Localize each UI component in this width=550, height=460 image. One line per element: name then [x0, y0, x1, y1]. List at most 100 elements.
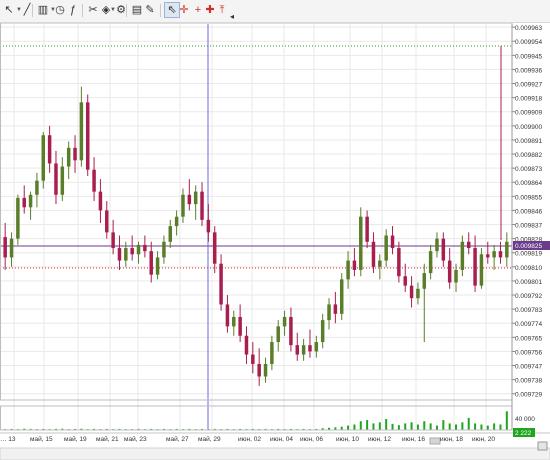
date-label: июн, 02: [238, 436, 261, 443]
candle-body: [435, 238, 439, 252]
candle-body: [479, 254, 484, 286]
price-tick-label: 0.009792: [515, 293, 542, 300]
toolbar-separator: [82, 4, 83, 17]
date-label: май, 23: [124, 435, 147, 443]
candle-body: [124, 248, 128, 261]
crosshair-icon[interactable]: ✛: [177, 3, 191, 17]
candle-body: [378, 260, 382, 267]
candle-body: [384, 235, 388, 261]
candle-body: [22, 197, 26, 208]
candle-body: [492, 251, 496, 258]
dropdown-caret-icon[interactable]: ▼: [50, 3, 56, 17]
volume-bar: [347, 425, 350, 430]
candle-body: [460, 241, 465, 270]
date-label: июн, 04: [270, 436, 293, 443]
candle-body: [346, 260, 350, 280]
candle-body: [244, 335, 249, 355]
candle-body: [130, 248, 134, 255]
candle-body: [3, 237, 7, 258]
candle-body: [238, 316, 242, 336]
volume-bar: [359, 421, 362, 430]
toolbar-separator: [126, 4, 127, 17]
price-chart[interactable]: 0.009963 0.009954 0.009945 0.009936 0.009927…: [0, 0, 550, 460]
template-icon[interactable]: ▤: [130, 3, 144, 17]
volume-bar: [353, 424, 356, 430]
candle-body: [454, 269, 458, 283]
volume-bar: [429, 423, 432, 430]
candle-body: [314, 342, 319, 352]
candle-body: [149, 251, 153, 275]
price-tick-label: 0.009882: [515, 152, 542, 159]
level-lines: [0, 24, 512, 430]
candle-body: [416, 288, 420, 299]
volume-bar: [448, 423, 451, 430]
candle-body: [193, 191, 198, 205]
candle-body: [16, 197, 20, 239]
price-tick-label: 0.009855: [515, 194, 542, 201]
candle-body: [79, 102, 84, 161]
candle-body: [136, 244, 141, 255]
candle-body: [397, 248, 401, 277]
toolbar-separator: [160, 4, 161, 17]
price-tick-label: 0.009864: [515, 180, 542, 187]
candle-body: [320, 320, 325, 343]
candle-body: [35, 180, 39, 195]
price-tick-label: 0.009774: [515, 321, 542, 328]
candle-body: [232, 316, 236, 327]
volume-bar: [391, 423, 394, 430]
volume-bar: [442, 420, 445, 430]
volume-max-label: 40 000: [515, 416, 535, 423]
cut-icon[interactable]: ✂: [86, 3, 100, 17]
volume-bar: [397, 425, 400, 430]
candle-body: [390, 235, 395, 249]
candle-body: [257, 363, 261, 377]
candle-body: [143, 244, 147, 252]
candle-body: [498, 251, 503, 258]
volume-bar: [480, 424, 483, 430]
price-tick-label: 0.009945: [515, 53, 542, 60]
date-label: июн, 12: [368, 436, 391, 443]
candle-body: [117, 248, 122, 261]
candle-body: [333, 304, 338, 314]
dropdown-caret-icon[interactable]: ▼: [16, 3, 22, 17]
indicators-icon[interactable]: ƒ: [66, 3, 80, 17]
volume-bar: [423, 421, 426, 430]
draw-icon[interactable]: ✎: [143, 3, 157, 17]
price-tick-label: 0.009873: [515, 166, 542, 173]
candle-body: [98, 191, 103, 211]
cursor-tool-icon[interactable]: ↖: [2, 3, 16, 17]
volume-bar: [467, 417, 470, 430]
candle-body: [200, 191, 204, 220]
volume-current-label: 2 222: [515, 430, 532, 437]
candle-body: [282, 316, 287, 327]
volume-bar: [474, 423, 477, 430]
candle-body: [212, 232, 217, 264]
candle-body: [270, 342, 274, 364]
candle-body: [473, 248, 477, 286]
chart-type-icon[interactable]: ▥: [36, 3, 50, 17]
volume-bar: [435, 425, 438, 430]
expand-icon[interactable]: ◂: [225, 10, 239, 24]
candle-body: [352, 260, 357, 270]
candle-body: [60, 166, 65, 195]
scroll-thumb: [429, 437, 441, 445]
price-tick-label: 0.009765: [515, 335, 542, 342]
candle-body: [47, 135, 52, 164]
dropdown-caret-icon[interactable]: ▼: [110, 3, 116, 17]
candle-body: [206, 219, 211, 233]
toolbar-separator: [32, 4, 33, 17]
volume-bar: [385, 419, 388, 430]
price-tick-label: 0.009729: [515, 392, 542, 399]
candle-body: [486, 254, 490, 258]
candle-body: [359, 216, 363, 270]
candle-body: [105, 210, 109, 233]
price-tick-label: 0.009900: [515, 124, 542, 131]
candle-body: [403, 276, 407, 286]
date-label: июн, 18: [440, 436, 463, 443]
chart-toolbar: ↖ ╱ ▥ ◷ ƒ ✂ ◈ ⚙ ▤ ✎ ⇖ ✛ + ✚ ⤒ ◂ ▼ ▼ ▼: [0, 0, 550, 23]
volume-bar: [410, 422, 413, 430]
candle-body: [92, 169, 96, 192]
candle-body: [155, 257, 160, 275]
candles: [3, 86, 509, 386]
date-label: июн, 20: [472, 436, 495, 443]
